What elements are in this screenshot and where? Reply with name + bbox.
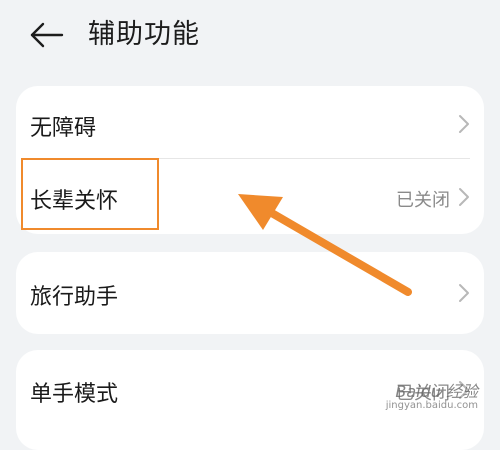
watermark-url: jingyan.baidu.com — [385, 400, 478, 411]
watermark: Baidu 经验 jingyan.baidu.com — [362, 378, 482, 418]
chevron-right-icon — [459, 284, 469, 302]
row-label: 旅行助手 — [30, 285, 119, 310]
settings-card-2: 旅行助手 — [16, 252, 484, 334]
chevron-right-icon — [459, 115, 469, 133]
back-arrow-icon — [30, 22, 64, 48]
status-text: 已关闭 — [396, 190, 450, 211]
app-header: 辅助功能 — [0, 0, 500, 70]
page-title: 辅助功能 — [88, 19, 200, 50]
settings-row-accessibility[interactable]: 无障碍 — [16, 86, 484, 158]
watermark-brand: Baidu 经验 — [395, 382, 478, 401]
annotation-highlight-box — [21, 158, 159, 230]
row-label: 无障碍 — [30, 116, 97, 141]
back-button[interactable] — [28, 18, 68, 54]
settings-row-travel-assistant[interactable]: 旅行助手 — [16, 252, 484, 334]
chevron-right-icon — [459, 188, 469, 206]
row-label: 单手模式 — [30, 382, 119, 407]
